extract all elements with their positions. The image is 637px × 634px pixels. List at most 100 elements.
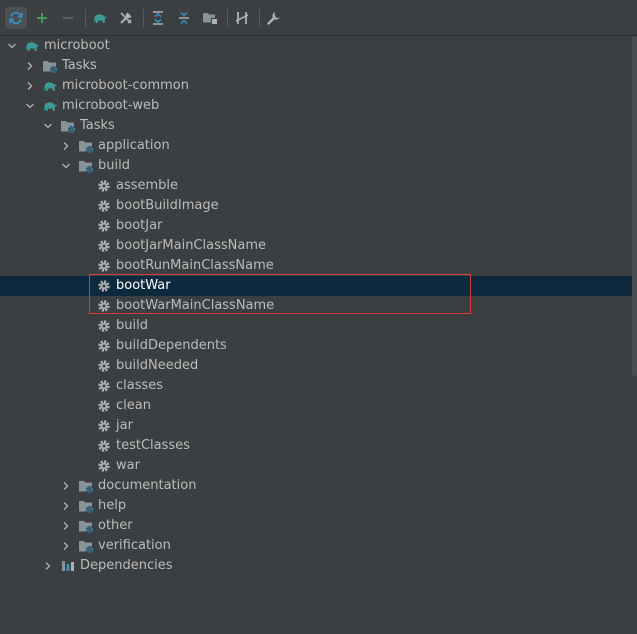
folder-tree-icon bbox=[202, 10, 218, 26]
tree-node-label: bootJarMainClassName bbox=[116, 238, 266, 253]
task-item-boot-jar[interactable]: bootJar bbox=[0, 216, 632, 236]
execute-gradle-task-button[interactable] bbox=[89, 7, 111, 29]
tree-node-label: microboot-common bbox=[62, 78, 190, 93]
gear-icon bbox=[96, 418, 112, 434]
task-item-boot-run-main-class-name[interactable]: bootRunMainClassName bbox=[0, 256, 632, 276]
tasks-folder-icon bbox=[78, 158, 94, 174]
tree-node-label: war bbox=[116, 458, 140, 473]
chevron-right-icon[interactable] bbox=[60, 480, 72, 492]
tree-node-label: assemble bbox=[116, 178, 179, 193]
chevron-down-icon[interactable] bbox=[42, 120, 54, 132]
tree-node-label: build bbox=[116, 318, 148, 333]
gear-icon bbox=[96, 398, 112, 414]
tasks-folder-icon bbox=[78, 518, 94, 534]
tree-node-label: application bbox=[98, 138, 170, 153]
wrench-icon bbox=[266, 10, 282, 26]
scroll-thumb[interactable] bbox=[632, 36, 637, 376]
chevron-right-icon[interactable] bbox=[60, 520, 72, 532]
gear-icon bbox=[96, 178, 112, 194]
tree-node-label: help bbox=[98, 498, 127, 513]
tree-node-build[interactable]: build bbox=[0, 156, 632, 176]
build-tool-settings-button[interactable] bbox=[263, 7, 285, 29]
tree-node-label: verification bbox=[98, 538, 171, 553]
tree-node-label: bootWar bbox=[116, 278, 171, 293]
chevron-right-icon[interactable] bbox=[60, 140, 72, 152]
remove-project-button[interactable] bbox=[57, 7, 79, 29]
tree-node-microboot-web[interactable]: microboot-web bbox=[0, 96, 632, 116]
elephant-icon bbox=[24, 38, 40, 54]
task-item-build[interactable]: build bbox=[0, 316, 632, 336]
tree-node-label: bootJar bbox=[116, 218, 163, 233]
tree-node-verification[interactable]: verification bbox=[0, 536, 632, 556]
reload-all-gradle-projects-button[interactable] bbox=[5, 7, 27, 29]
tree-node-label: bootBuildImage bbox=[116, 198, 219, 213]
tasks-folder-icon bbox=[78, 538, 94, 554]
expand-all-icon bbox=[150, 10, 166, 26]
task-item-boot-build-image[interactable]: bootBuildImage bbox=[0, 196, 632, 216]
collapse-all-button[interactable] bbox=[173, 7, 195, 29]
tree-node-label: testClasses bbox=[116, 438, 190, 453]
expand-all-button[interactable] bbox=[147, 7, 169, 29]
tasks-folder-icon bbox=[78, 478, 94, 494]
task-item-build-needed[interactable]: buildNeeded bbox=[0, 356, 632, 376]
tree-node-other[interactable]: other bbox=[0, 516, 632, 536]
tree-node-label: bootWarMainClassName bbox=[116, 298, 275, 313]
gear-icon bbox=[96, 338, 112, 354]
task-item-clean[interactable]: clean bbox=[0, 396, 632, 416]
chevron-down-icon[interactable] bbox=[60, 160, 72, 172]
tree-node-label: Tasks bbox=[62, 58, 97, 73]
tree-node-label: bootRunMainClassName bbox=[116, 258, 274, 273]
task-item-boot-war[interactable]: bootWar bbox=[0, 276, 632, 296]
gear-icon bbox=[96, 238, 112, 254]
task-item-boot-jar-main-class-name[interactable]: bootJarMainClassName bbox=[0, 236, 632, 256]
toggle-offline-mode-button[interactable] bbox=[115, 7, 137, 29]
offline-tools-icon bbox=[118, 10, 134, 26]
task-item-assemble[interactable]: assemble bbox=[0, 176, 632, 196]
chevron-right-icon[interactable] bbox=[42, 560, 54, 572]
analyze-dependencies-button[interactable] bbox=[199, 7, 221, 29]
dependencies-icon bbox=[60, 558, 76, 574]
tree-node-help[interactable]: help bbox=[0, 496, 632, 516]
toolbar-separator bbox=[259, 9, 260, 27]
tree-node-label: clean bbox=[116, 398, 151, 413]
tree-node-label: Tasks bbox=[80, 118, 115, 133]
tree-node-dependencies[interactable]: Dependencies bbox=[0, 556, 632, 576]
tasks-folder-icon bbox=[60, 118, 76, 134]
collapse-all-icon bbox=[176, 10, 192, 26]
reload-icon bbox=[8, 10, 24, 26]
task-item-boot-war-main-class-name[interactable]: bootWarMainClassName bbox=[0, 296, 632, 316]
task-item-jar[interactable]: jar bbox=[0, 416, 632, 436]
gear-icon bbox=[96, 298, 112, 314]
chevron-down-icon[interactable] bbox=[24, 100, 36, 112]
gradle-toolbar bbox=[0, 0, 637, 36]
toggle-show-tasks-button[interactable] bbox=[231, 7, 253, 29]
chevron-right-icon[interactable] bbox=[24, 60, 36, 72]
elephant-icon bbox=[42, 98, 58, 114]
task-item-build-dependents[interactable]: buildDependents bbox=[0, 336, 632, 356]
gear-icon bbox=[96, 458, 112, 474]
tasks-folder-icon bbox=[42, 58, 58, 74]
add-project-button[interactable] bbox=[31, 7, 53, 29]
chevron-right-icon[interactable] bbox=[60, 540, 72, 552]
chevron-right-icon[interactable] bbox=[60, 500, 72, 512]
tree-node-microboot-common[interactable]: microboot-common bbox=[0, 76, 632, 96]
task-item-test-classes[interactable]: testClasses bbox=[0, 436, 632, 456]
gear-icon bbox=[96, 218, 112, 234]
tree-node-application[interactable]: application bbox=[0, 136, 632, 156]
tree-scrollbar[interactable] bbox=[632, 36, 637, 634]
gradle-project-tree: microboot Tasks microboot-common microboot-… bbox=[0, 36, 632, 634]
tree-node-tasks[interactable]: Tasks bbox=[0, 56, 632, 76]
tree-node-microboot[interactable]: microboot bbox=[0, 36, 632, 56]
plus-icon bbox=[34, 10, 50, 26]
tree-node-documentation[interactable]: documentation bbox=[0, 476, 632, 496]
chevron-down-icon[interactable] bbox=[6, 40, 18, 52]
tree-node-label: microboot-web bbox=[62, 98, 160, 113]
tasks-folder-icon bbox=[78, 498, 94, 514]
tree-node-label: jar bbox=[116, 418, 133, 433]
tree-node-tasks[interactable]: Tasks bbox=[0, 116, 632, 136]
toolbar-separator bbox=[85, 9, 86, 27]
task-item-classes[interactable]: classes bbox=[0, 376, 632, 396]
gear-icon bbox=[96, 438, 112, 454]
task-item-war[interactable]: war bbox=[0, 456, 632, 476]
chevron-right-icon[interactable] bbox=[24, 80, 36, 92]
